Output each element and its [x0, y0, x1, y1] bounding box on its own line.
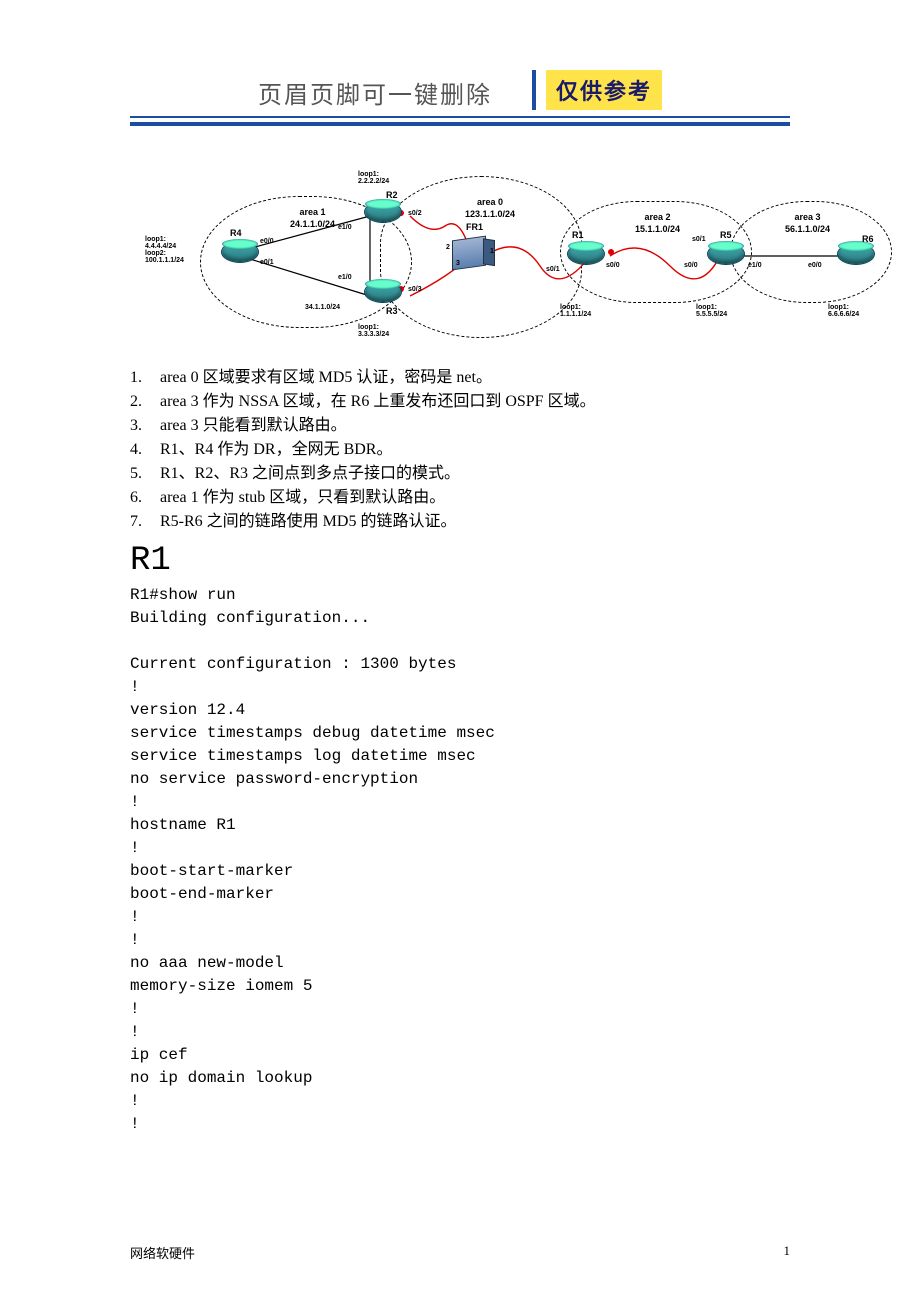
if: s0/0: [684, 262, 698, 269]
r2-name: R2: [386, 190, 398, 200]
router-r4: [222, 242, 258, 262]
router-r3: [365, 282, 401, 302]
router-r2: [365, 202, 401, 222]
if: e1/0: [338, 224, 352, 231]
r2-loop: loop1: 2.2.2.2/24: [358, 171, 389, 185]
r5-name: R5: [720, 230, 732, 240]
ref-badge-container: 仅供参考: [532, 70, 662, 110]
list-item: 4.R1、R4 作为 DR，全网无 BDR。: [130, 438, 790, 462]
if: s0/3: [408, 286, 422, 293]
fr-port: 1: [490, 248, 494, 255]
list-item: 2.area 3 作为 NSSA 区域，在 R6 上重发布还回口到 OSPF 区…: [130, 390, 790, 414]
diagram-links: [200, 156, 900, 356]
r6-loop: loop1: 6.6.6.6/24: [828, 304, 859, 318]
r3-name: R3: [386, 306, 398, 316]
if: e0/0: [260, 238, 274, 245]
router-r5: [708, 244, 744, 264]
fr-port: 2: [446, 244, 450, 251]
header-title: 页眉页脚可一键删除: [258, 75, 492, 110]
r3-loop: loop1: 3.3.3.3/24: [358, 324, 389, 338]
network-diagram: area 124.1.1.0/24 area 0123.1.1.0/24 are…: [230, 156, 890, 356]
list-item: 1.area 0 区域要求有区域 MD5 认证，密码是 net。: [130, 366, 790, 390]
if: s0/1: [692, 236, 706, 243]
list-item: 5.R1、R2、R3 之间点到多点子接口的模式。: [130, 462, 790, 486]
r4-loop: loop1: 4.4.4.4/24 loop2: 100.1.1.1/24: [145, 236, 184, 264]
r1-loop: loop1: 1.1.1.1/24: [560, 304, 591, 318]
list-item: 6.area 1 作为 stub 区域，只看到默认路由。: [130, 486, 790, 510]
fr-name: FR1: [466, 222, 483, 232]
if: s0/2: [408, 210, 422, 217]
router-r1: [568, 244, 604, 264]
if: e1/0: [338, 274, 352, 281]
r4-name: R4: [230, 228, 242, 238]
requirement-list: 1.area 0 区域要求有区域 MD5 认证，密码是 net。 2.area …: [130, 366, 790, 534]
if: s0/0: [606, 262, 620, 269]
page-number: 1: [784, 1243, 791, 1262]
list-item: 7.R5-R6 之间的链路使用 MD5 的链路认证。: [130, 510, 790, 534]
page-header: 页眉页脚可一键删除 仅供参考: [130, 70, 790, 110]
r3r4-subnet: 34.1.1.0/24: [305, 304, 340, 311]
ref-badge: 仅供参考: [546, 70, 662, 110]
if: s0/1: [546, 266, 560, 273]
header-rule: [130, 116, 790, 126]
cli-output: R1#show run Building configuration... Cu…: [130, 584, 790, 1136]
r6-name: R6: [862, 234, 874, 244]
page: 页眉页脚可一键删除 仅供参考 area 124.1.1.0/24 area 01…: [0, 0, 920, 1302]
dot: [608, 249, 614, 255]
if: e1/0: [748, 262, 762, 269]
fr-port: 3: [456, 260, 460, 267]
list-item: 3.area 3 只能看到默认路由。: [130, 414, 790, 438]
r1-name: R1: [572, 230, 584, 240]
page-footer: 网络软硬件 1: [130, 1243, 790, 1262]
footer-left: 网络软硬件: [130, 1243, 195, 1262]
if: e0/0: [808, 262, 822, 269]
r5-loop: loop1: 5.5.5.5/24: [696, 304, 727, 318]
if: e0/1: [260, 259, 274, 266]
device-heading: R1: [130, 542, 790, 580]
router-r6: [838, 244, 874, 264]
